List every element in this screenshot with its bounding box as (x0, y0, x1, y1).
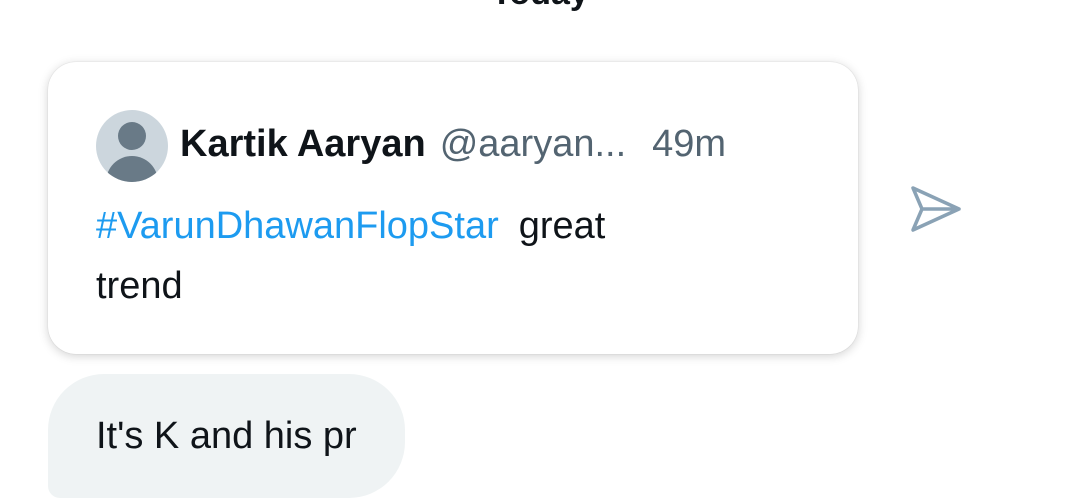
tweet-text-line1: great (518, 205, 606, 247)
send-icon-svg (911, 186, 961, 232)
avatar-head (118, 122, 146, 150)
dm-conversation: Today Kartik Aaryan @aaryan... 49m #Varu… (0, 0, 1080, 504)
shared-tweet-card[interactable]: Kartik Aaryan @aaryan... 49m #VarunDhawa… (48, 62, 858, 354)
message-bubble[interactable]: It's K and his pr (48, 374, 405, 498)
author-name[interactable]: Kartik Aaryan (180, 123, 426, 166)
tweet-text-line2: trend (96, 265, 183, 307)
message-text: It's K and his pr (96, 414, 357, 457)
avatar[interactable] (96, 110, 168, 182)
author-handle[interactable]: @aaryan... (440, 123, 626, 166)
send-icon[interactable] (908, 184, 964, 234)
date-header: Today (0, 0, 1080, 10)
avatar-body (106, 156, 158, 182)
tweet-time: 49m (652, 122, 727, 165)
hashtag-link[interactable]: #VarunDhawanFlopStar (96, 205, 499, 247)
tweet-body: #VarunDhawanFlopStar great trend (96, 196, 816, 316)
tweet-header: Kartik Aaryan @aaryan... 49m (180, 120, 726, 168)
